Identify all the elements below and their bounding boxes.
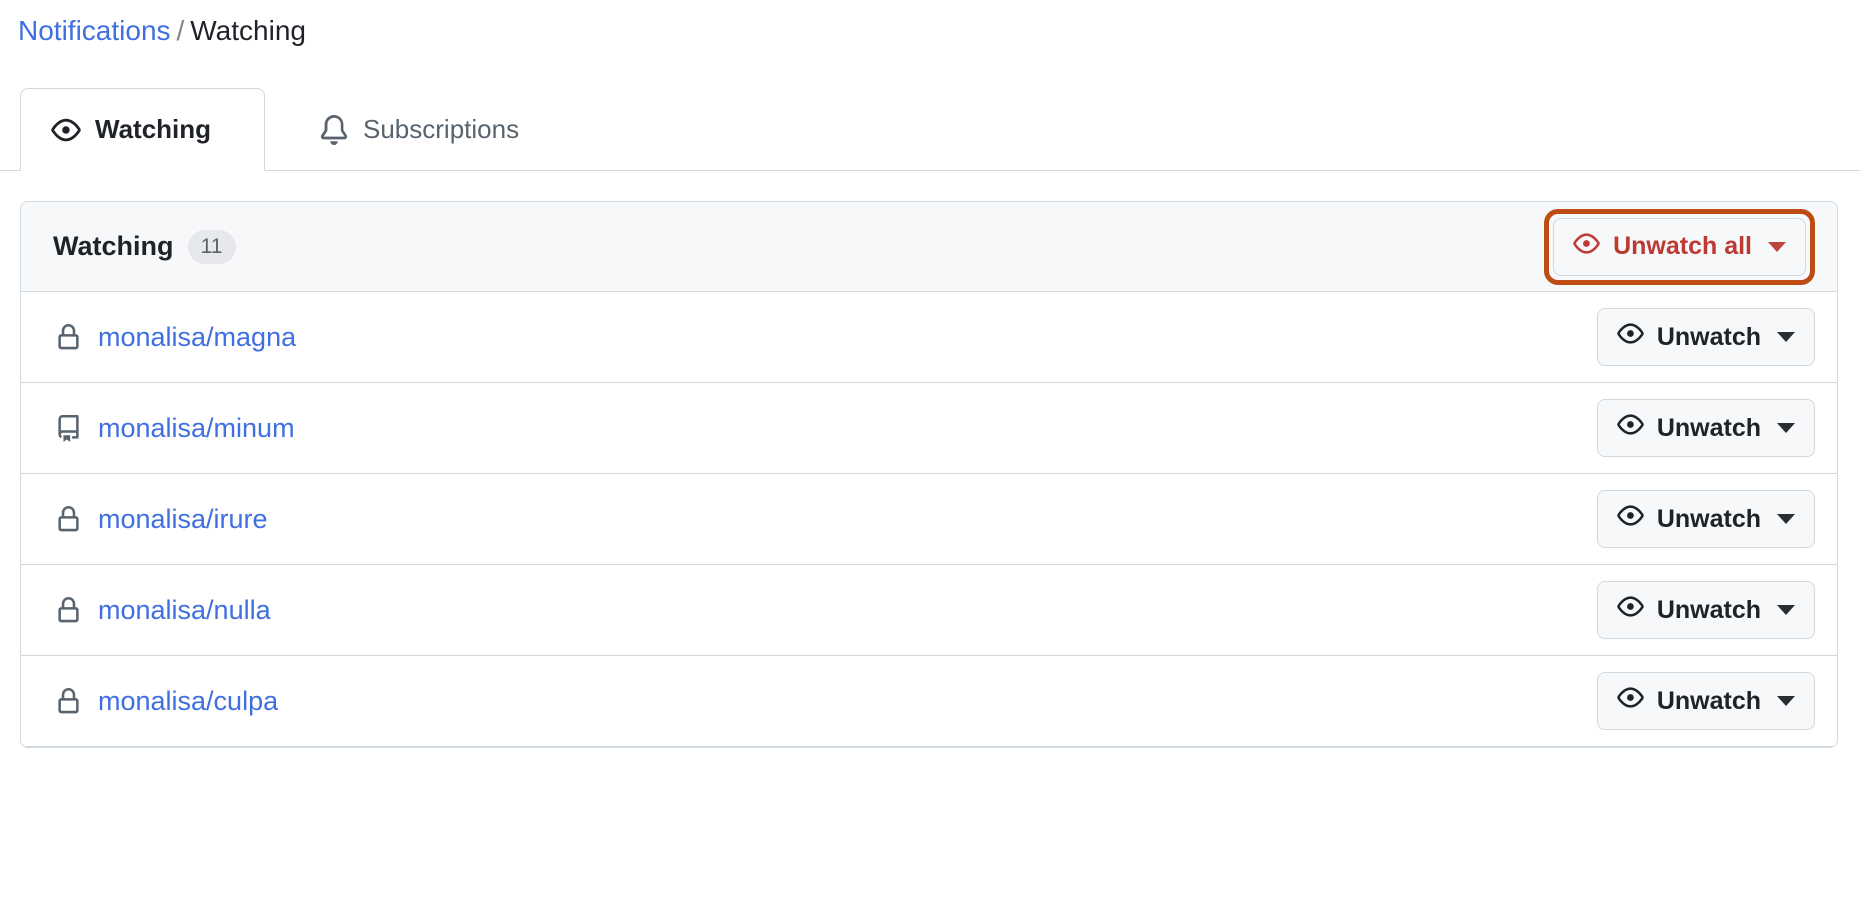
repo-identity: monalisa/nulla <box>55 595 271 626</box>
lock-icon <box>55 687 82 715</box>
chevron-down-icon <box>1777 423 1795 433</box>
unwatch-label: Unwatch <box>1656 322 1761 351</box>
repo-link[interactable]: monalisa/irure <box>98 504 268 535</box>
unwatch-button[interactable]: Unwatch <box>1596 399 1815 457</box>
table-row: monalisa/irure Unwatch <box>21 474 1837 565</box>
unwatch-button[interactable]: Unwatch <box>1596 581 1815 639</box>
page-title: Watching <box>53 231 174 261</box>
breadcrumb-current: Watching <box>190 15 306 46</box>
chevron-down-icon <box>1768 241 1786 252</box>
unwatch-label: Unwatch <box>1656 686 1761 715</box>
repo-link[interactable]: monalisa/magna <box>98 322 296 353</box>
unwatch-label: Unwatch <box>1656 413 1761 442</box>
repo-identity: monalisa/minum <box>55 413 295 444</box>
unwatch-all-label: Unwatch all <box>1613 232 1752 260</box>
unwatch-button[interactable]: Unwatch <box>1596 308 1815 366</box>
eye-icon <box>1573 230 1600 264</box>
table-row: monalisa/minum Unwatch <box>21 383 1837 474</box>
lock-icon <box>55 323 82 351</box>
unwatch-label: Unwatch <box>1656 595 1761 624</box>
unwatch-label: Unwatch <box>1656 504 1761 533</box>
repo-link[interactable]: monalisa/minum <box>98 413 295 444</box>
eye-icon <box>1617 411 1644 445</box>
table-row: monalisa/magna Unwatch <box>21 292 1837 383</box>
eye-icon <box>1617 502 1644 536</box>
repository-list: monalisa/magna Unwatch monalisa/minum Un… <box>21 292 1837 747</box>
repo-link[interactable]: monalisa/culpa <box>98 686 278 717</box>
chevron-down-icon <box>1777 332 1795 342</box>
eye-icon <box>51 115 81 145</box>
repo-link[interactable]: monalisa/nulla <box>98 595 271 626</box>
tab-watching-label: Watching <box>95 114 212 144</box>
lock-icon <box>55 505 82 533</box>
unwatch-button[interactable]: Unwatch <box>1596 672 1815 730</box>
chevron-down-icon <box>1777 514 1795 524</box>
repo-identity: monalisa/culpa <box>55 686 278 717</box>
lock-icon <box>55 596 82 624</box>
breadcrumb: Notifications / Watching <box>18 12 306 50</box>
table-row: monalisa/culpa Unwatch <box>21 656 1837 747</box>
tab-subscriptions-label: Subscriptions <box>363 114 520 144</box>
watching-title-group: Watching 11 <box>53 229 236 264</box>
breadcrumb-link-notifications[interactable]: Notifications <box>18 15 171 46</box>
tab-watching[interactable]: Watching <box>20 88 265 171</box>
repo-identity: monalisa/magna <box>55 322 296 353</box>
unwatch-button[interactable]: Unwatch <box>1596 490 1815 548</box>
watching-box-header: Watching 11 Unwatch all <box>21 202 1837 292</box>
unwatch-all-button[interactable]: Unwatch all <box>1553 217 1806 276</box>
eye-icon <box>1617 593 1644 627</box>
tab-bar: Watching Subscriptions <box>0 88 1860 171</box>
watching-count-badge: 11 <box>187 229 236 264</box>
chevron-down-icon <box>1777 605 1795 615</box>
repo-identity: monalisa/irure <box>55 504 268 535</box>
eye-icon <box>1617 684 1644 718</box>
bell-icon <box>319 114 349 145</box>
unwatch-all-focus-ring: Unwatch all <box>1544 208 1815 285</box>
eye-icon <box>1617 320 1644 354</box>
breadcrumb-separator: / <box>176 15 185 46</box>
repo-icon <box>55 414 82 442</box>
table-row: monalisa/nulla Unwatch <box>21 565 1837 656</box>
tab-bar-underline <box>0 170 1860 171</box>
watching-box: Watching 11 Unwatch all monalisa/magna U… <box>20 201 1838 748</box>
tab-subscriptions[interactable]: Subscriptions <box>288 88 550 171</box>
chevron-down-icon <box>1777 696 1795 706</box>
